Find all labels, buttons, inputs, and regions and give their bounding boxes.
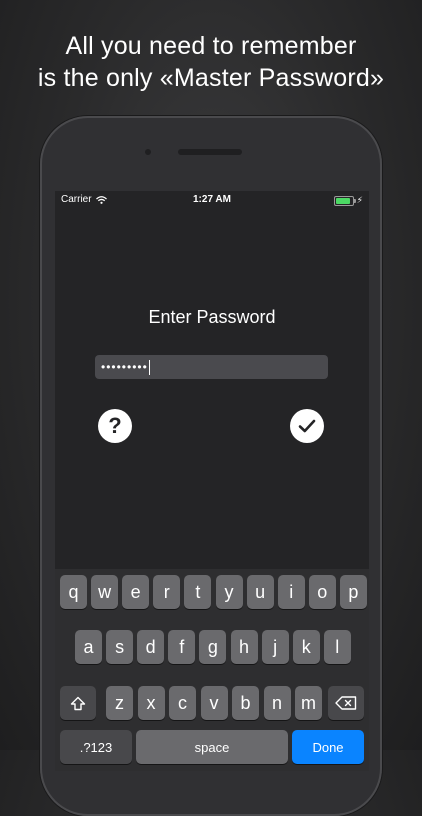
password-input[interactable]: ••••••••• (95, 355, 328, 379)
earpiece-speaker (178, 149, 242, 155)
key-x[interactable]: x (137, 686, 165, 720)
key-n[interactable]: n (263, 686, 291, 720)
key-p[interactable]: p (339, 575, 367, 609)
battery-icon (333, 195, 356, 206)
key-w[interactable]: w (91, 575, 119, 609)
battery-fill (335, 197, 350, 204)
confirm-button[interactable] (290, 409, 324, 443)
key-a[interactable]: a (75, 630, 102, 664)
key-h[interactable]: h (230, 630, 258, 664)
key-k[interactable]: k (292, 630, 320, 664)
phone-screen: Carrier 1:27 AM ⚡ Enter Password •••••••… (55, 191, 369, 771)
key-e[interactable]: e (122, 575, 150, 609)
checkmark-icon (298, 419, 316, 433)
key-l[interactable]: l (323, 630, 351, 664)
headline-line-1: All you need to remember (65, 32, 357, 60)
key-i[interactable]: i (277, 575, 305, 609)
key-c[interactable]: c (169, 686, 196, 720)
key-b[interactable]: b (232, 686, 259, 720)
numbers-key[interactable]: .?123 (60, 730, 132, 764)
key-j[interactable]: j (261, 630, 289, 664)
headline-line-2: is the only «Master Password» (37, 64, 385, 92)
front-camera (145, 149, 151, 155)
question-mark-icon: ? (108, 413, 122, 438)
backspace-icon (335, 696, 357, 710)
text-caret (148, 360, 151, 376)
key-q[interactable]: q (60, 575, 87, 609)
key-u[interactable]: u (246, 575, 274, 609)
key-g[interactable]: g (199, 630, 227, 664)
page-title: Enter Password (148, 307, 276, 327)
status-bar: Carrier 1:27 AM ⚡ (55, 191, 369, 209)
battery-indicator: ⚡ (333, 195, 363, 206)
key-z[interactable]: z (106, 686, 133, 720)
done-key[interactable]: Done (292, 730, 364, 764)
charging-bolt-icon: ⚡ (356, 195, 363, 205)
key-m[interactable]: m (295, 686, 322, 720)
key-v[interactable]: v (200, 686, 228, 720)
headline: All you need to remember is the only «Ma… (0, 30, 422, 94)
password-value: ••••••••• (101, 360, 148, 374)
key-r[interactable]: r (153, 575, 181, 609)
key-y[interactable]: y (215, 575, 243, 609)
help-button[interactable]: ? (98, 409, 132, 443)
shift-key[interactable] (60, 686, 96, 720)
key-s[interactable]: s (106, 630, 134, 664)
key-t[interactable]: t (184, 575, 212, 609)
shift-icon (70, 696, 86, 710)
key-o[interactable]: o (308, 575, 336, 609)
backspace-key[interactable] (328, 686, 364, 720)
keyboard: .?123 space Done qwertyuiop asdfghjkl zxcv… (55, 569, 369, 771)
status-time: 1:27 AM (193, 194, 231, 205)
space-key[interactable]: space (136, 730, 288, 764)
key-d[interactable]: d (137, 630, 165, 664)
key-f[interactable]: f (168, 630, 196, 664)
